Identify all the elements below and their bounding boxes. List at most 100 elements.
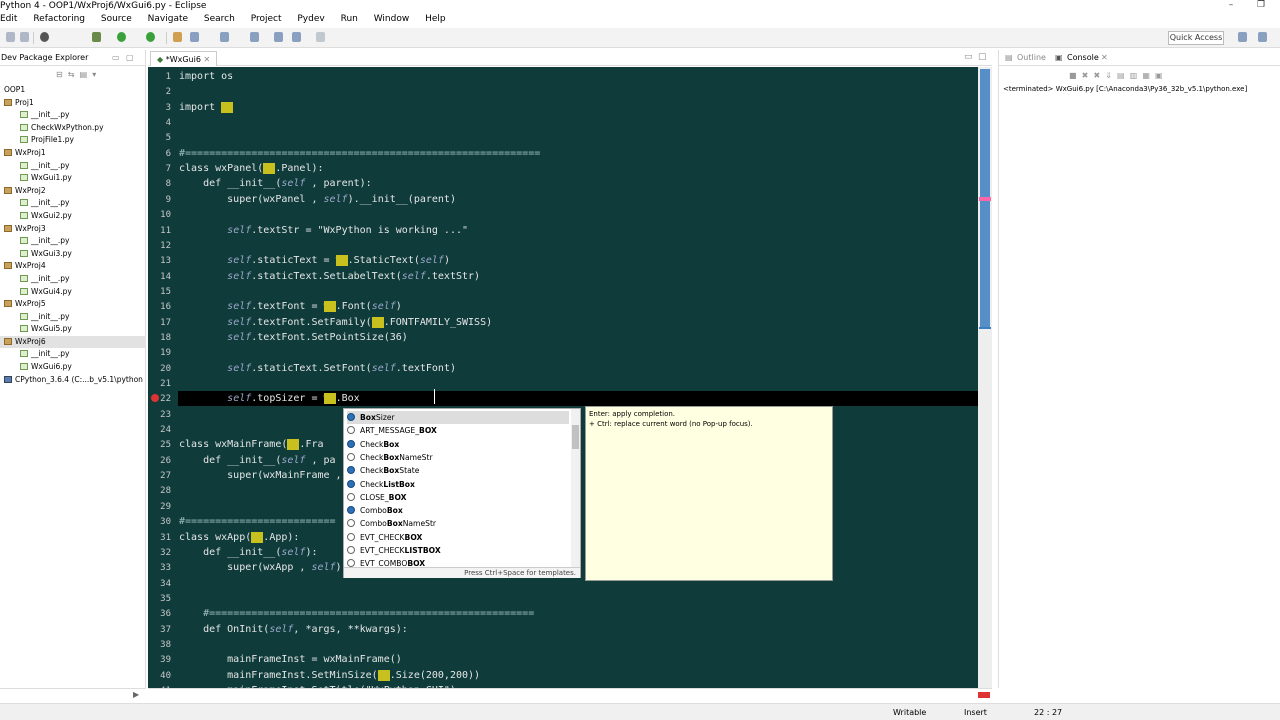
maximize-editor-icon[interactable]: ▢ [978,52,987,62]
autocomplete-item[interactable]: EVT_CHECKBOX [347,531,569,544]
tree-item[interactable]: __init__.py [0,235,146,248]
explorer-horizontal-scrollbar[interactable]: ▶ [0,688,146,702]
menu-help[interactable]: Help [425,13,446,26]
tree-item[interactable]: __init__.py [0,311,146,324]
autocomplete-item[interactable]: ComboBox [347,504,569,517]
link-editor-icon[interactable]: ⇆ [68,70,75,79]
autocomplete-item[interactable]: CLOSE_BOX [347,491,569,504]
back-dropdown-icon[interactable] [292,32,301,42]
tree-item[interactable]: __init__.py [0,160,146,173]
autocomplete-item[interactable]: CheckBoxNameStr [347,451,569,464]
remove-all-icon[interactable]: ✖ [1093,71,1100,80]
tree-item[interactable]: WxProj3 [0,223,146,236]
filter-icon[interactable]: ▤ [80,70,88,79]
autocomplete-item[interactable]: ART_MESSAGE_BOX [347,424,569,437]
line-number: 28 [160,486,171,497]
minimize-view-icon[interactable]: ▭ [112,50,120,65]
view-menu-icon[interactable]: ▾ [92,70,96,79]
package-explorer-title[interactable]: Dev Package Explorer [1,53,88,62]
autocomplete-scrollbar[interactable] [571,409,580,567]
menu-search[interactable]: Search [204,13,235,26]
quick-access-field[interactable]: Quick Access [1168,31,1224,45]
tree-item[interactable]: WxGui1.py [0,172,146,185]
error-marker-icon[interactable] [151,394,159,402]
tree-item[interactable]: __init__.py [0,197,146,210]
forward-icon[interactable] [316,32,325,42]
build-icon[interactable] [92,32,101,42]
python-file-icon: ◆ [157,55,164,64]
open-console-icon[interactable]: ▣ [1155,71,1163,80]
tree-item[interactable]: Proj1 [0,97,146,110]
menu-edit[interactable]: Edit [0,13,17,26]
tree-item-label: __init__.py [31,273,70,283]
autocomplete-item-match: LISTBOX [404,546,441,555]
autocomplete-item[interactable]: BoxSizer [347,411,569,425]
maximize-view-icon[interactable]: ▢ [126,50,134,65]
autocomplete-item[interactable]: CheckBox [347,438,569,451]
tree-item[interactable]: WxProj1 [0,147,146,160]
save-icon[interactable] [20,32,29,42]
autocomplete-item[interactable]: ComboBoxNameStr [347,517,569,530]
maximize-button[interactable]: ❐ [1246,0,1276,12]
terminate-icon[interactable]: ■ [1069,71,1077,80]
menu-pydev[interactable]: Pydev [297,13,324,26]
display-console-icon[interactable]: ▦ [1142,71,1150,80]
menu-project[interactable]: Project [251,13,282,26]
tree-item[interactable]: WxGui6.py [0,361,146,374]
tree-item[interactable]: ProjFile1.py [0,134,146,147]
menu-bar: Edit Refactoring Source Navigate Search … [0,13,1280,27]
code-editor[interactable]: 1 2 3 4 5 6 7 8 9 10 11 12 13 14 15 16 17 18 19 20 21 22 23 24 2… [148,67,978,688]
new-icon[interactable] [6,32,15,42]
edit-icon[interactable] [190,32,199,42]
editor-horizontal-scrollbar[interactable] [148,688,992,702]
minimize-editor-icon[interactable]: ▭ [964,52,973,62]
external-tools-icon[interactable] [146,32,155,42]
run-icon[interactable] [117,32,126,42]
editor-tab[interactable]: ◆ *WxGui6 ✕ [150,51,218,66]
tree-item[interactable]: __init__.py [0,109,146,122]
tree-item[interactable]: OOP1 [0,84,146,97]
tree-item[interactable]: WxGui2.py [0,210,146,223]
annotation-icon[interactable] [220,32,229,42]
tree-item[interactable]: WxGui5.py [0,323,146,336]
open-folder-icon[interactable] [173,32,182,42]
scroll-lock-icon[interactable]: ⇓ [1105,71,1112,80]
remove-launch-icon[interactable]: ✖ [1082,71,1089,80]
overview-ruler[interactable] [978,67,992,688]
tree-item[interactable]: __init__.py [0,348,146,361]
next-annotation-icon[interactable] [250,32,259,42]
menu-refactoring[interactable]: Refactoring [33,13,85,26]
tree-item[interactable]: WxProj2 [0,185,146,198]
tree-item[interactable]: WxProj5 [0,298,146,311]
minimize-button[interactable]: – [1216,0,1246,12]
pin-console-icon[interactable]: ▥ [1130,71,1138,80]
code-line: self.staticText = wx.StaticText(self) [227,255,450,267]
perspective-icon[interactable] [1258,32,1267,42]
tree-item[interactable]: WxGui4.py [0,286,146,299]
open-perspective-icon[interactable] [1238,32,1247,42]
autocomplete-item[interactable]: CheckBoxState [347,464,569,477]
tab-console[interactable]: Console [1067,50,1099,66]
menu-source[interactable]: Source [101,13,132,26]
scroll-right-icon[interactable]: ▶ [133,690,139,699]
debug-icon[interactable] [40,32,49,42]
menu-navigate[interactable]: Navigate [148,13,188,26]
autocomplete-item-prefix: Check [360,439,384,449]
tree-item[interactable]: WxProj4 [0,260,146,273]
autocomplete-scroll-thumb[interactable] [572,425,579,449]
back-icon[interactable] [274,32,283,42]
tree-item[interactable]: WxProj6 [0,335,146,349]
tree-item[interactable]: __init__.py [0,273,146,286]
close-tab-icon[interactable]: ✕ [203,55,210,64]
menu-window[interactable]: Window [374,13,410,26]
autocomplete-item[interactable]: CheckListBox [347,478,569,491]
menu-run[interactable]: Run [341,13,358,26]
autocomplete-item[interactable]: EVT_CHECKLISTBOX [347,544,569,557]
tree-item[interactable]: WxGui3.py [0,248,146,261]
tree-item[interactable]: CheckWxPython.py [0,122,146,135]
close-console-icon[interactable]: ✕ [1101,50,1108,66]
clear-console-icon[interactable]: ▤ [1117,71,1125,80]
tab-outline[interactable]: Outline [1017,50,1046,66]
collapse-all-icon[interactable]: ⊟ [56,70,63,79]
tree-item[interactable]: CPython_3.6.4 (C:...b_v5.1\python [0,374,146,387]
